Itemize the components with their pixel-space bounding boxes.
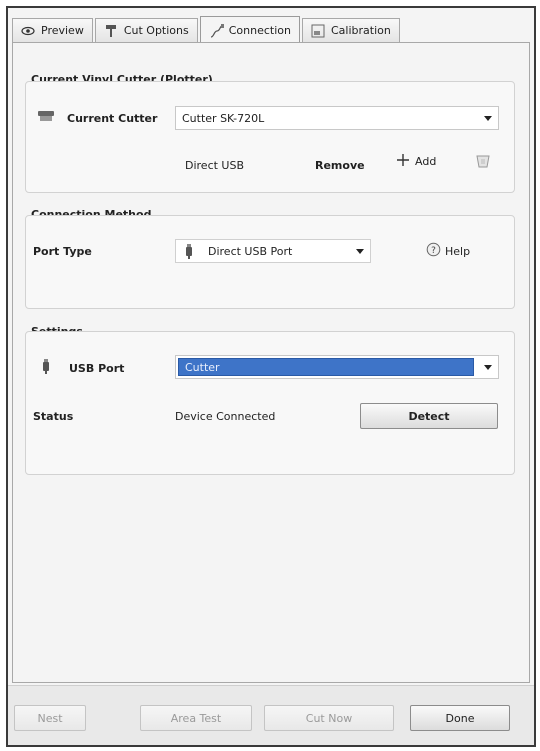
tab-cut-options[interactable]: Cut Options [94, 18, 198, 42]
help-button[interactable]: ? Help [426, 242, 470, 260]
blade-icon [104, 24, 118, 38]
dialog-footer: Nest Area Test Cut Now Done [8, 685, 534, 745]
cable-icon [209, 23, 224, 38]
cut-now-button[interactable]: Cut Now [264, 705, 394, 731]
usb-plug-icon [184, 244, 194, 260]
done-button[interactable]: Done [410, 705, 510, 731]
usb-port-value: Cutter [178, 358, 474, 376]
connection-panel: Current Vinyl Cutter (Plotter) Current C… [12, 42, 530, 683]
chevron-down-icon [484, 116, 492, 121]
remove-button[interactable]: Remove [315, 159, 365, 172]
tab-preview-label: Preview [41, 24, 84, 37]
usb-port-label: USB Port [69, 362, 125, 375]
cutter-dialog: Preview Cut Options Connection Calibrati… [6, 6, 536, 747]
detect-button[interactable]: Detect [360, 403, 498, 429]
help-icon: ? [426, 242, 441, 260]
eye-icon [21, 24, 35, 38]
port-type-label: Port Type [33, 245, 92, 258]
tab-connection-label: Connection [228, 23, 291, 37]
plus-icon [396, 153, 410, 170]
add-label: Add [415, 155, 437, 168]
current-cutter-label: Current Cutter [67, 112, 158, 125]
current-cutter-group [25, 81, 515, 193]
tab-cut-options-label: Cut Options [123, 24, 189, 37]
chevron-down-icon [484, 365, 492, 370]
connection-type-text: Direct USB [185, 159, 245, 172]
chevron-down-icon [356, 249, 364, 254]
area-test-button[interactable]: Area Test [140, 705, 252, 731]
tab-bar: Preview Cut Options Connection Calibrati… [12, 16, 530, 43]
status-label: Status [33, 410, 74, 423]
help-label: Help [445, 244, 471, 258]
tab-connection[interactable]: Connection [199, 16, 300, 43]
cutter-icon [37, 109, 55, 126]
calibration-icon [311, 24, 325, 38]
current-cutter-dropdown[interactable]: Cutter SK-720L [175, 106, 499, 130]
port-type-dropdown[interactable]: Direct USB Port [175, 239, 371, 263]
usb-plug-icon [41, 359, 51, 375]
tab-calibration-label: Calibration [330, 24, 391, 37]
tab-preview[interactable]: Preview [12, 18, 93, 42]
nest-button[interactable]: Nest [14, 705, 86, 731]
port-type-value: Direct USB Port [208, 244, 293, 258]
status-value: Device Connected [175, 410, 276, 423]
svg-text:?: ? [431, 246, 436, 256]
current-cutter-value: Cutter SK-720L [182, 111, 265, 125]
usb-port-dropdown[interactable]: Cutter [175, 355, 499, 379]
add-button[interactable]: Add [396, 153, 436, 170]
trash-icon[interactable] [475, 153, 491, 172]
tab-calibration[interactable]: Calibration [301, 18, 400, 42]
